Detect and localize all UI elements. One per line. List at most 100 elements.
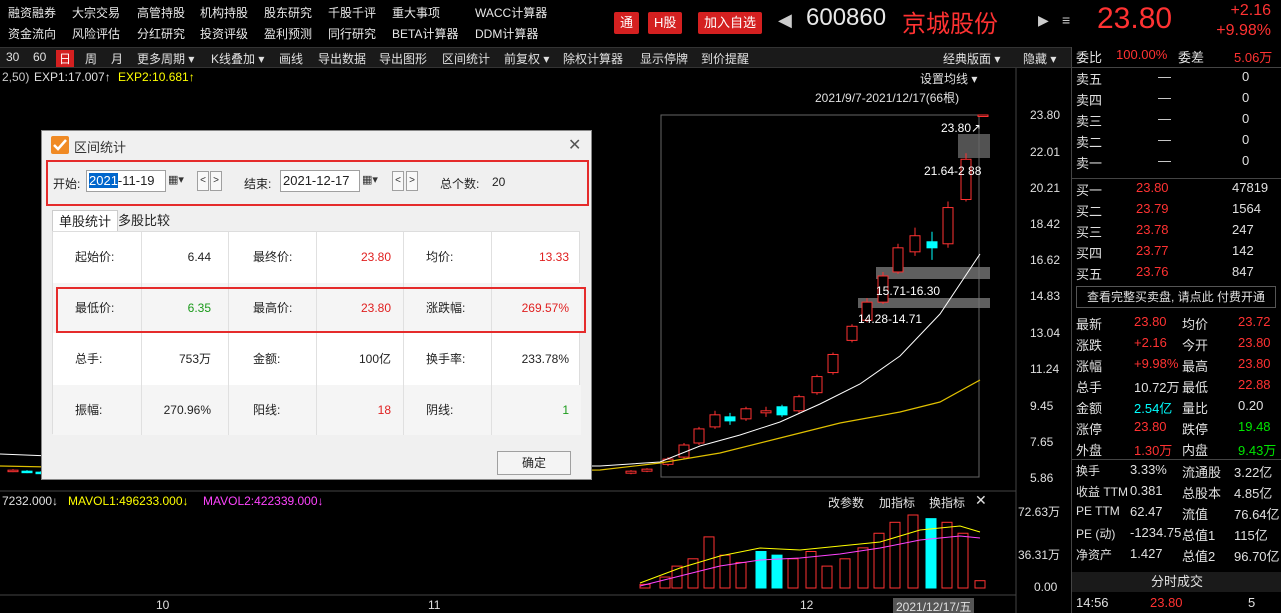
stat-label: 均价: bbox=[426, 250, 454, 264]
stock-name: 京城股份 bbox=[902, 11, 998, 38]
start-next-button[interactable]: > bbox=[210, 171, 222, 191]
top-menu-item[interactable]: 高管持股 bbox=[137, 4, 185, 21]
toolbar-item[interactable]: 前复权 ▾ bbox=[501, 50, 552, 67]
table-divider bbox=[228, 232, 229, 435]
toolbar-item[interactable]: 除权计算器 bbox=[560, 50, 626, 67]
top-menu-item[interactable]: 同行研究 bbox=[328, 25, 376, 42]
toolbar-item[interactable]: 区间统计 bbox=[439, 50, 493, 67]
toolbar-item[interactable]: 日 bbox=[56, 50, 75, 67]
set-ma-dropdown[interactable]: 设置均线 ▾ bbox=[920, 70, 977, 87]
toolbar-item[interactable]: 显示停牌 bbox=[637, 50, 691, 67]
dialog-close-icon[interactable]: ✕ bbox=[568, 135, 581, 155]
start-date-input[interactable]: 2021-11-19 bbox=[86, 170, 166, 192]
toolbar-item[interactable]: 到价提醒 bbox=[698, 50, 752, 67]
toolbar-item[interactable]: 60 bbox=[30, 50, 49, 64]
hide-dropdown[interactable]: 隐藏 ▾ bbox=[1020, 50, 1059, 67]
top-menu-item[interactable]: 分红研究 bbox=[137, 25, 185, 42]
quote-panel: 委比 100.00% 委差 5.06万 卖五 — 0 卖四 — 0 卖三 — 0 卖二 — 0 卖一 — 0… bbox=[1071, 47, 1281, 613]
top-menu-item[interactable]: 融资融券 bbox=[8, 4, 56, 21]
candle-body bbox=[942, 207, 954, 245]
candle-body bbox=[846, 325, 858, 341]
tab-multi-stock[interactable]: 多股比较 bbox=[112, 210, 176, 232]
top-menu-item[interactable]: 风险评估 bbox=[72, 25, 120, 42]
toolbar-item[interactable]: 周 bbox=[82, 50, 100, 67]
end-prev-button[interactable]: < bbox=[392, 171, 404, 191]
end-date-input[interactable]: 2021-12-17 bbox=[280, 170, 360, 192]
quote-value: 0.20 bbox=[1238, 398, 1264, 413]
end-calendar-icon[interactable]: ▦▾ bbox=[362, 173, 388, 191]
volume-bar bbox=[839, 558, 851, 589]
close-indicator-icon[interactable]: ✕ bbox=[975, 492, 987, 509]
top-menu-item[interactable]: 股东研究 bbox=[264, 4, 312, 21]
volume-bar bbox=[755, 551, 767, 589]
next-stock-icon[interactable]: ▶ bbox=[1038, 12, 1049, 29]
stock-code: 600860 bbox=[806, 4, 887, 31]
prev-stock-icon[interactable]: ◀ bbox=[778, 10, 792, 31]
toolbar-item[interactable]: 30 bbox=[3, 50, 22, 64]
bid-volume: 847 bbox=[1232, 264, 1254, 279]
dialog-title-bar[interactable]: 区间统计 ✕ bbox=[42, 131, 591, 159]
mavol1-value: MAVOL1:496233.000↓ bbox=[68, 494, 189, 508]
weicha-label: 委差 bbox=[1178, 50, 1205, 65]
candle-body bbox=[724, 416, 736, 422]
bid-label: 买五 bbox=[1076, 267, 1103, 282]
top-menu-item[interactable]: 资金流向 bbox=[8, 25, 56, 42]
add-watchlist-button[interactable]: 加入自选 bbox=[698, 12, 763, 34]
toolbar-item[interactable]: 导出数据 bbox=[315, 50, 369, 67]
top-menu-item[interactable]: DDM计算器 bbox=[475, 25, 538, 42]
top-menu-item[interactable]: WACC计算器 bbox=[475, 4, 547, 21]
range-label: 2021/9/7-2021/12/17(66根) bbox=[815, 91, 960, 105]
marker-zone2: 14.28-14.71 bbox=[858, 312, 923, 326]
toolbar-item[interactable]: K线叠加 ▾ bbox=[208, 50, 267, 67]
top-menu-item[interactable]: 机构持股 bbox=[200, 4, 248, 21]
top-menu-item[interactable]: 重大事项 bbox=[392, 4, 440, 21]
ok-button[interactable]: 确定 bbox=[497, 451, 571, 475]
top-menu-item[interactable]: 千股千评 bbox=[328, 4, 376, 21]
pay-link[interactable]: 付费开通 bbox=[1217, 290, 1265, 304]
price-axis-tick: 22.01 bbox=[1030, 145, 1061, 159]
quote-row: 涨停 23.80 跌停 19.48 bbox=[1072, 419, 1281, 440]
quote-row: 涨幅 +9.98% 最高 23.80 bbox=[1072, 356, 1281, 377]
favorite-icon[interactable]: ≡ bbox=[1062, 12, 1070, 28]
top-menu-item[interactable]: BETA计算器 bbox=[392, 25, 458, 42]
start-calendar-icon[interactable]: ▦▾ bbox=[168, 173, 194, 191]
toolbar-item[interactable]: 导出图形 bbox=[376, 50, 430, 67]
tong-button[interactable]: 通 bbox=[614, 12, 640, 34]
stat-label: 换手率: bbox=[426, 352, 466, 366]
full-depth-link[interactable]: 查看完整买卖盘, 请点此 付费开通 bbox=[1076, 286, 1276, 308]
tab-single-stock[interactable]: 单股统计 bbox=[52, 210, 119, 232]
classic-layout-dropdown[interactable]: 经典版面 ▾ bbox=[940, 50, 1003, 67]
ask-price: — bbox=[1158, 69, 1171, 84]
end-next-button[interactable]: > bbox=[406, 171, 418, 191]
toolbar-item[interactable]: 画线 bbox=[276, 50, 306, 67]
candle-body bbox=[693, 428, 705, 444]
bid-label: 买四 bbox=[1076, 246, 1103, 261]
stat-label: 振幅: bbox=[75, 403, 103, 417]
start-date-selected: 2021 bbox=[89, 173, 118, 188]
bid-price: 23.80 bbox=[1136, 180, 1169, 195]
quote-label: 总手 bbox=[1076, 380, 1103, 395]
volume-bar bbox=[719, 554, 731, 589]
table-divider bbox=[141, 232, 142, 435]
top-menu-item[interactable]: 盈利预测 bbox=[264, 25, 312, 42]
quote-value: 1.30万 bbox=[1134, 443, 1173, 458]
top-menu-item[interactable]: 投资评级 bbox=[200, 25, 248, 42]
stat-value: 100亿 bbox=[358, 352, 391, 366]
top-menu-item[interactable]: 大宗交易 bbox=[72, 4, 120, 21]
quote-label: 内盘 bbox=[1182, 443, 1209, 458]
fundamental-label: PE (动) bbox=[1076, 527, 1116, 541]
tick-title[interactable]: 分时成交 bbox=[1072, 572, 1281, 592]
toolbar-item[interactable]: 月 bbox=[108, 50, 126, 67]
x-label-oct: 10 bbox=[156, 598, 170, 612]
fundamental-label: 收益 TTM bbox=[1076, 485, 1128, 499]
tick-price: 23.80 bbox=[1150, 595, 1183, 610]
toolbar-item[interactable]: 更多周期 ▾ bbox=[134, 50, 197, 67]
change-params-button[interactable]: 改参数 bbox=[828, 494, 864, 511]
h-share-button[interactable]: H股 bbox=[648, 12, 683, 34]
switch-indicator-button[interactable]: 换指标 bbox=[929, 494, 965, 511]
add-indicator-button[interactable]: 加指标 bbox=[879, 494, 915, 511]
bid-volume: 1564 bbox=[1232, 201, 1261, 216]
dialog-logo-icon bbox=[51, 136, 69, 154]
start-prev-button[interactable]: < bbox=[197, 171, 209, 191]
stat-value: 13.33 bbox=[538, 250, 569, 264]
